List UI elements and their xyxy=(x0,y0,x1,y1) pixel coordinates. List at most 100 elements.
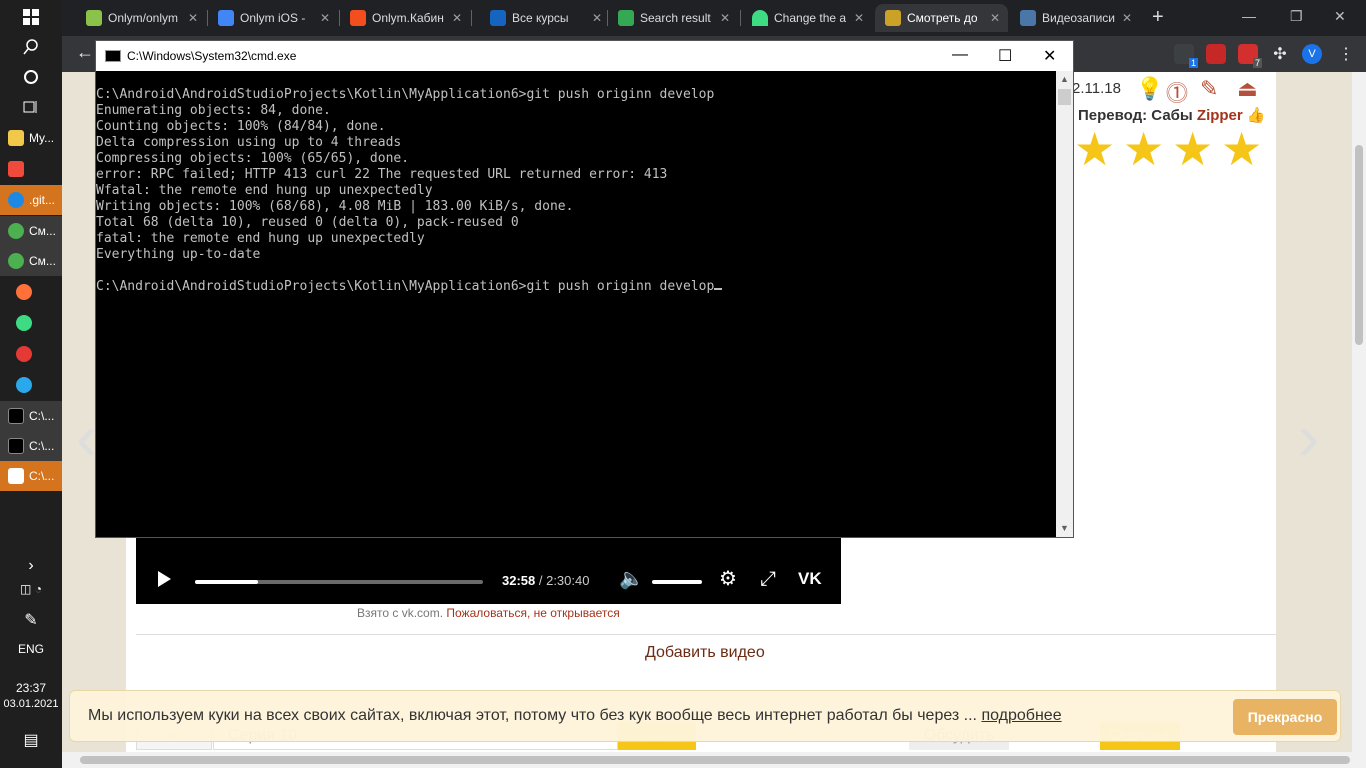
minimize-button[interactable]: — xyxy=(1242,8,1256,24)
translation-info: Перевод: Сабы Zipper 👍 xyxy=(1078,107,1266,124)
new-tab-button[interactable]: + xyxy=(1152,6,1164,29)
extension-icon[interactable] xyxy=(1206,44,1226,64)
extensions-puzzle-icon[interactable]: ✣ xyxy=(1270,44,1290,64)
close-tab-icon[interactable]: ✕ xyxy=(854,11,864,25)
pen-icon[interactable]: ✎ xyxy=(0,610,62,630)
video-player[interactable]: 32:58 / 2:30:40 🔈 ⚙ ⤢ VK xyxy=(136,538,841,604)
cmd-maximize-button[interactable]: ☐ xyxy=(998,46,1012,66)
menu-kebab-icon[interactable]: ⋮ xyxy=(1336,44,1356,64)
close-window-button[interactable]: ✕ xyxy=(1334,8,1346,25)
taskbar-app[interactable] xyxy=(0,339,62,369)
adblock-icon[interactable]: 7 xyxy=(1238,44,1262,68)
browser-tab[interactable]: Onlym iOS - ✕ xyxy=(208,4,338,32)
scroll-down-icon[interactable]: ▼ xyxy=(1056,520,1073,537)
extension-icon[interactable]: 1 xyxy=(1174,44,1198,68)
add-video-link[interactable]: Добавить видео xyxy=(645,644,765,662)
translator-link[interactable]: Zipper xyxy=(1197,107,1243,124)
browser-tab[interactable]: Onlym.Кабин ✕ xyxy=(340,4,470,32)
taskbar-app[interactable]: My... xyxy=(0,123,62,153)
cortana-button[interactable] xyxy=(0,62,62,92)
language-indicator[interactable]: ENG xyxy=(0,642,62,656)
cmd-window[interactable]: C:\Windows\System32\cmd.exe — ☐ ✕ C:\And… xyxy=(95,40,1074,538)
console-line: Counting objects: 100% (84/84), done. xyxy=(96,119,386,134)
cookie-accept-button[interactable]: Прекрасно xyxy=(1233,699,1337,735)
console-line: Everything up-to-date xyxy=(96,247,261,262)
rating-star-icon[interactable]: ★ xyxy=(1123,126,1164,172)
volume-icon[interactable]: 🔈 xyxy=(619,568,644,590)
taskbar-app[interactable]: C:\... xyxy=(0,461,62,491)
close-tab-icon[interactable]: ✕ xyxy=(592,11,602,25)
rating-star-icon[interactable]: ★ xyxy=(1172,126,1213,172)
cmd-console-output[interactable]: C:\Android\AndroidStudioProjects\Kotlin\… xyxy=(96,71,1056,537)
profile-avatar[interactable]: V xyxy=(1302,44,1322,64)
rating-star-icon[interactable]: ★ xyxy=(1074,126,1115,172)
taskbar-app[interactable]: C:\... xyxy=(0,401,62,431)
video-source: Взято с vk.com. Пожаловаться, не открыва… xyxy=(357,606,620,620)
edge-icon xyxy=(8,192,24,208)
episode-date: 2.11.18 xyxy=(1072,80,1121,97)
windows-taskbar: My... .git... См... См... C:\... C:\... … xyxy=(0,0,62,768)
browser-tab-active[interactable]: Смотреть до ✕ xyxy=(875,4,1008,32)
volume-slider[interactable] xyxy=(652,580,702,584)
cmd-minimize-button[interactable]: — xyxy=(952,46,968,64)
taskbar-app[interactable] xyxy=(0,154,62,184)
close-tab-icon[interactable]: ✕ xyxy=(720,11,730,25)
scroll-up-icon[interactable]: ▲ xyxy=(1056,71,1073,88)
browser-tab[interactable]: Onlym/onlym ✕ xyxy=(76,4,206,32)
cmd-close-button[interactable]: ✕ xyxy=(1043,46,1056,66)
chrome-icon xyxy=(8,223,24,239)
clock-time[interactable]: 23:37 xyxy=(0,681,62,695)
alert-icon[interactable]: ⓵ xyxy=(1166,76,1188,108)
task-view-button[interactable] xyxy=(0,92,62,122)
lightbulb-icon[interactable]: 💡 xyxy=(1136,76,1163,102)
taskbar-app[interactable]: См... xyxy=(0,216,62,246)
play-icon[interactable] xyxy=(158,571,171,587)
taskbar-app[interactable] xyxy=(0,370,62,400)
cmd-scrollbar[interactable]: ▲ ▼ xyxy=(1056,71,1073,537)
page-scrollbar[interactable] xyxy=(1352,72,1366,752)
edit-icon[interactable]: ✎ xyxy=(1200,76,1218,102)
browser-tab[interactable]: Все курсы ✕ xyxy=(480,4,610,32)
folder-icon xyxy=(8,130,24,146)
next-arrow-icon[interactable]: › xyxy=(1298,400,1319,474)
scroll-thumb[interactable] xyxy=(1058,89,1071,105)
tab-favicon-icon xyxy=(752,10,768,26)
close-tab-icon[interactable]: ✕ xyxy=(188,11,198,25)
eject-icon[interactable]: ⏏ xyxy=(1237,76,1258,102)
browser-tab[interactable]: Change the a ✕ xyxy=(742,4,872,32)
clock-date[interactable]: 03.01.2021 xyxy=(0,698,62,710)
close-tab-icon[interactable]: ✕ xyxy=(452,11,462,25)
vk-logo-icon[interactable]: VK xyxy=(798,568,822,590)
rating-star-icon[interactable]: ★ xyxy=(1221,126,1262,172)
close-tab-icon[interactable]: ✕ xyxy=(1122,11,1132,25)
divider xyxy=(136,634,1276,635)
cmd-icon xyxy=(8,408,24,424)
taskbar-app[interactable]: См... xyxy=(0,246,62,276)
taskbar-app[interactable]: .git... xyxy=(0,185,62,215)
browser-tab[interactable]: Search result ✕ xyxy=(608,4,738,32)
notepad-icon xyxy=(8,468,24,484)
text-cursor xyxy=(714,288,723,290)
taskbar-app[interactable]: C:\... xyxy=(0,431,62,461)
fullscreen-icon[interactable]: ⤢ xyxy=(760,568,776,590)
tray-icons[interactable]: ◫ ◔ xyxy=(0,582,62,596)
horizontal-scrollbar[interactable] xyxy=(62,752,1366,768)
cookie-message: Мы используем куки на всех своих сайтах,… xyxy=(88,707,1062,724)
thumbs-up-icon[interactable]: 👍 xyxy=(1243,107,1266,124)
taskbar-app[interactable] xyxy=(0,277,62,307)
show-more-chevron-icon[interactable]: › xyxy=(0,557,62,575)
start-button[interactable] xyxy=(0,2,62,32)
close-tab-icon[interactable]: ✕ xyxy=(320,11,330,25)
browser-tab[interactable]: Видеозаписи ✕ xyxy=(1010,4,1140,32)
restore-button[interactable]: ❐ xyxy=(1290,8,1303,25)
settings-gear-icon[interactable]: ⚙ xyxy=(719,568,737,590)
cookie-more-link[interactable]: подробнее xyxy=(981,707,1061,724)
cmd-titlebar[interactable]: C:\Windows\System32\cmd.exe — ☐ ✕ xyxy=(96,41,1073,71)
report-link[interactable]: Пожаловаться, не открывается xyxy=(446,606,619,620)
back-arrow-icon[interactable]: ← xyxy=(76,42,94,63)
seek-bar[interactable] xyxy=(195,580,483,584)
close-tab-icon[interactable]: ✕ xyxy=(990,11,1000,25)
notification-icon[interactable]: ▤ xyxy=(0,730,62,750)
taskbar-app[interactable] xyxy=(0,308,62,338)
search-button[interactable] xyxy=(0,32,62,62)
